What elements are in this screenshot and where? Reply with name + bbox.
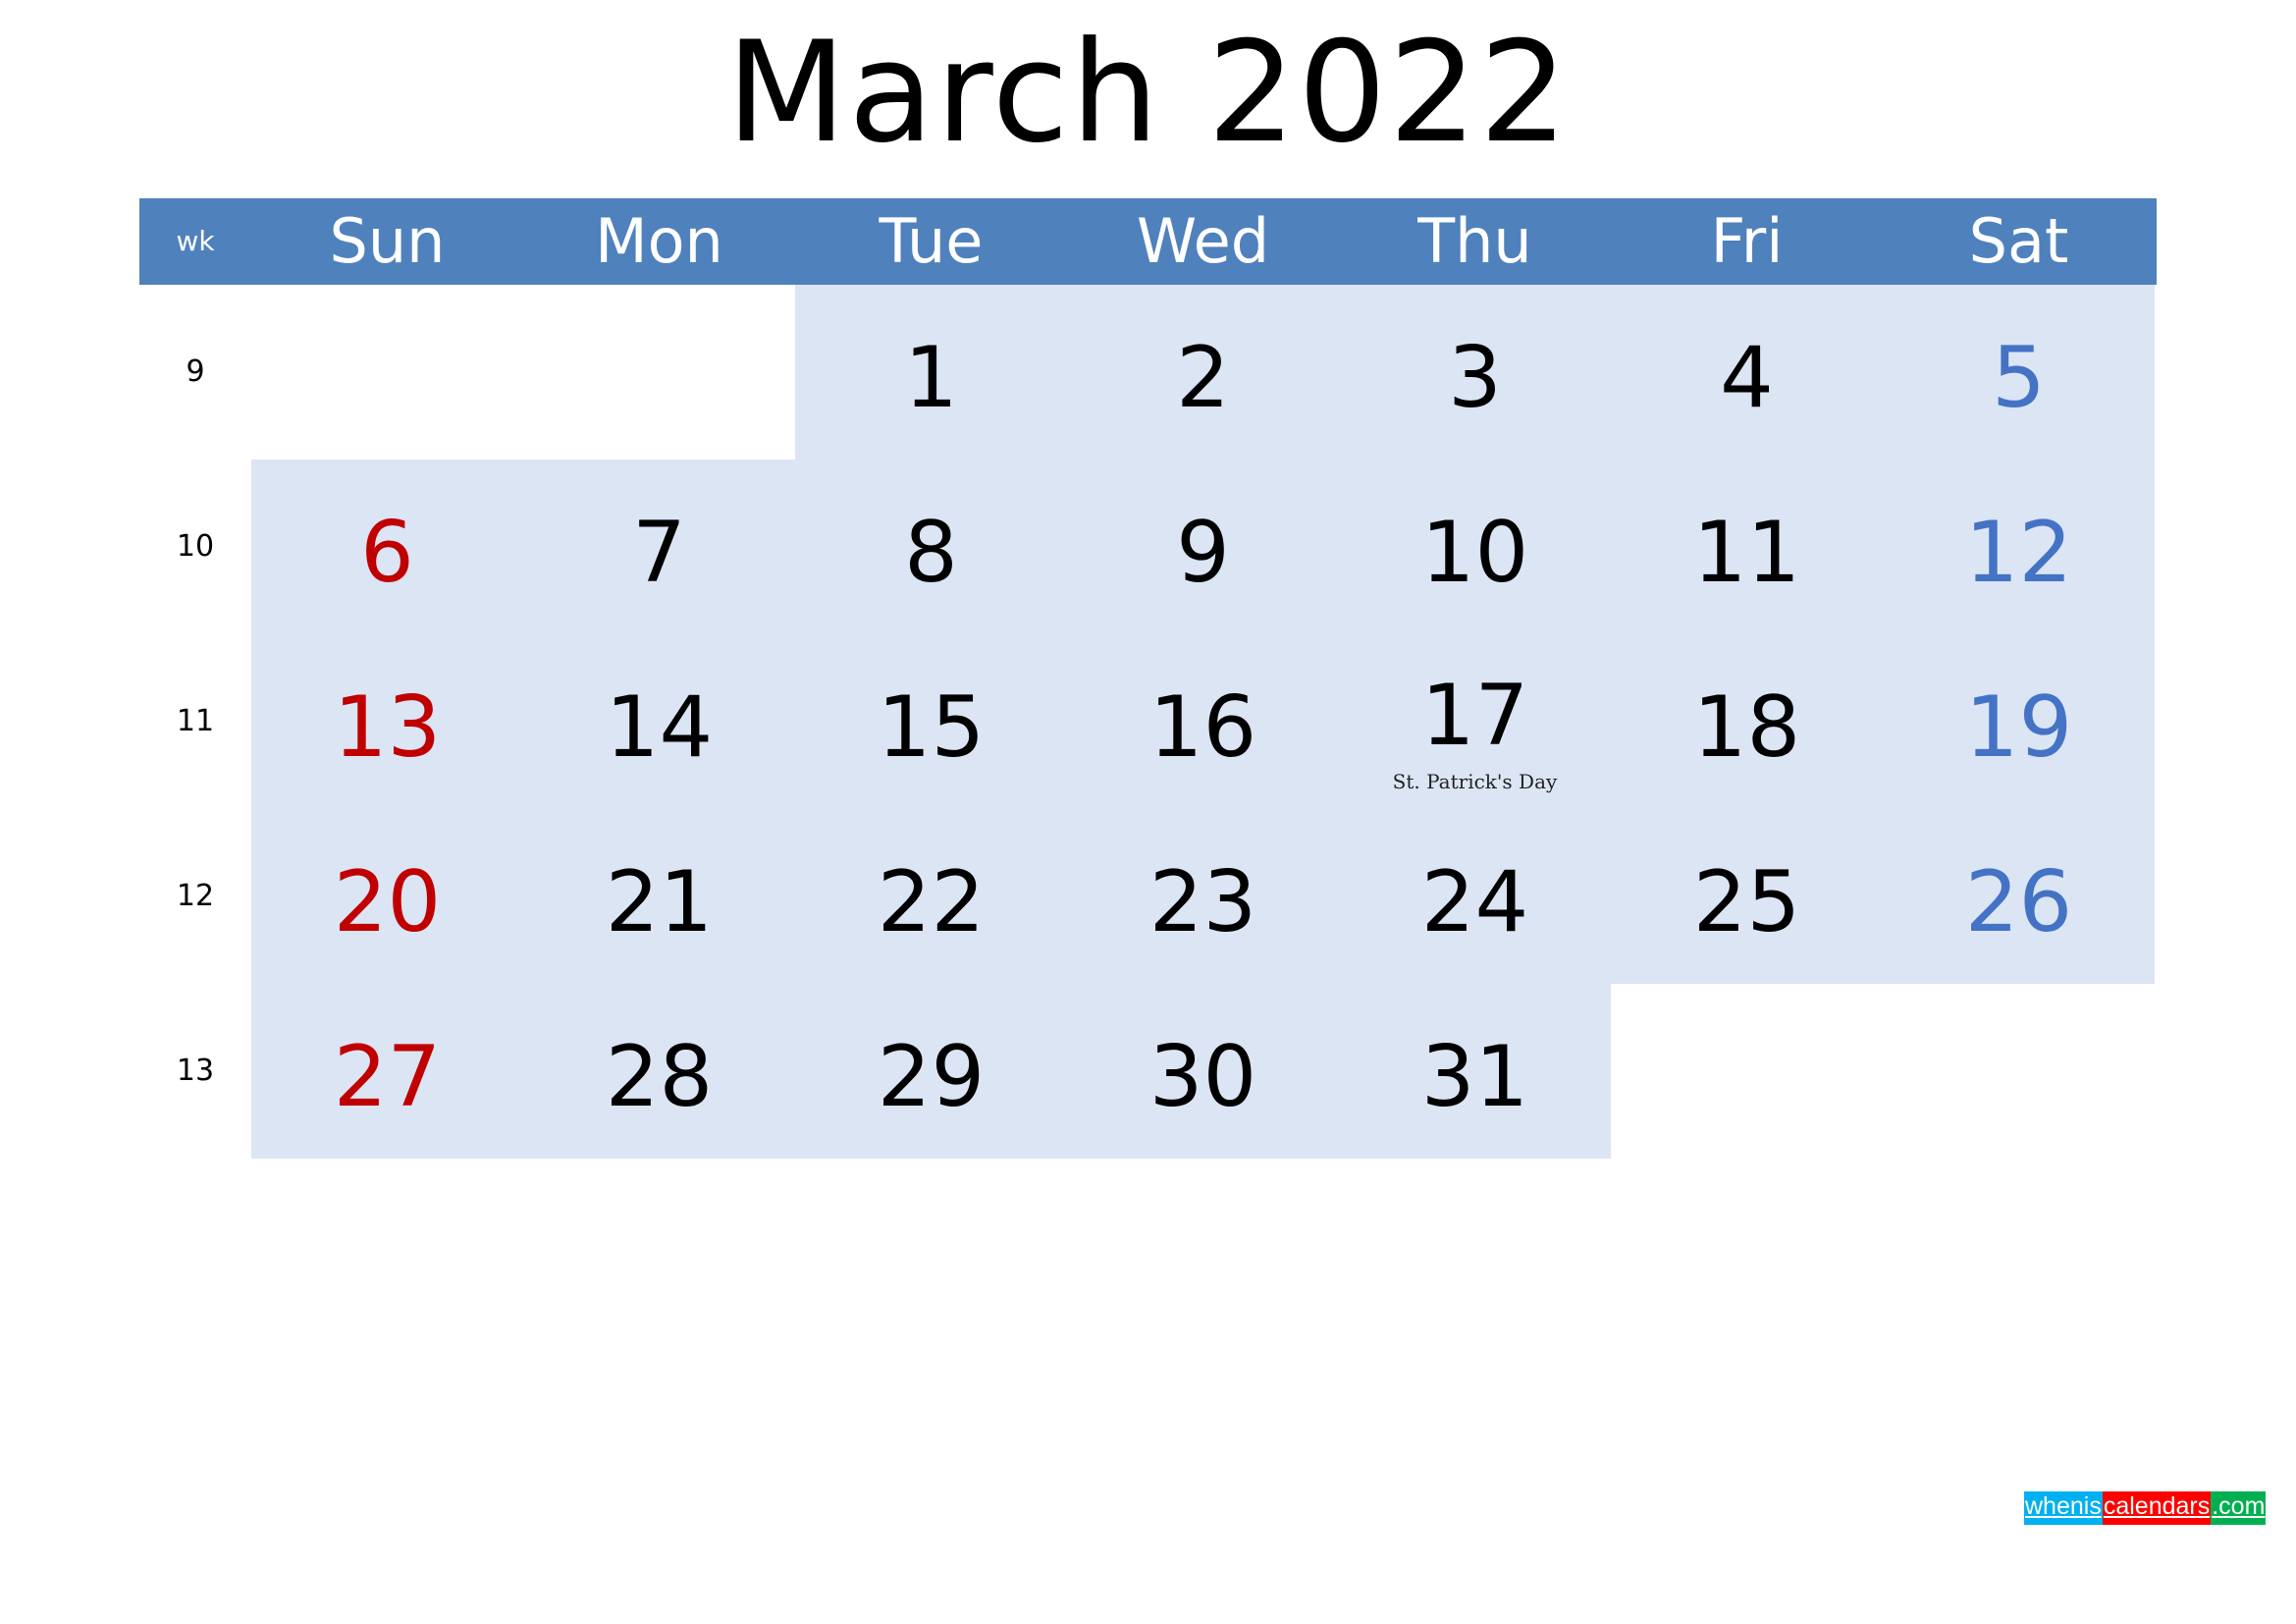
weekday-label-sun: Sun — [329, 205, 446, 277]
week-number: 13 — [176, 1054, 215, 1088]
day-cell[interactable]: 16 — [1067, 634, 1339, 809]
day-cell[interactable]: 30 — [1067, 984, 1339, 1159]
day-number: 3 — [1448, 329, 1502, 427]
day-cell[interactable]: 8 — [795, 460, 1067, 634]
day-number: 1 — [904, 329, 958, 427]
day-number: 27 — [333, 1028, 442, 1126]
weekday-label-thu: Thu — [1417, 205, 1532, 277]
day-cell[interactable]: 31 — [1339, 984, 1611, 1159]
day-cell[interactable]: 13 — [251, 634, 523, 809]
week-number: 12 — [176, 879, 215, 913]
day-cell[interactable]: 28 — [523, 984, 795, 1159]
day-number: 25 — [1692, 853, 1801, 951]
week-number: 11 — [176, 704, 215, 738]
day-number: 22 — [877, 853, 986, 951]
day-number: 4 — [1720, 329, 1774, 427]
day-cell[interactable]: 21 — [523, 809, 795, 984]
day-number: 17 — [1420, 667, 1529, 765]
day-number: 23 — [1148, 853, 1257, 951]
day-cell[interactable]: 19 — [1883, 634, 2155, 809]
logo-part-whenis: whenis — [2024, 1491, 2103, 1525]
day-cell[interactable]: 2 — [1067, 285, 1339, 460]
holiday-label: St. Patrick's Day — [1392, 770, 1558, 793]
day-cell[interactable]: 6 — [251, 460, 523, 634]
day-cell[interactable]: 15 — [795, 634, 1067, 809]
weekday-label-sat: Sat — [1968, 205, 2069, 277]
day-cell[interactable]: 26 — [1883, 809, 2155, 984]
day-cell[interactable]: 5 — [1883, 285, 2155, 460]
day-number: 18 — [1692, 678, 1801, 777]
day-cell[interactable]: 23 — [1067, 809, 1339, 984]
day-number: 10 — [1420, 504, 1529, 602]
day-cell[interactable]: 3 — [1339, 285, 1611, 460]
day-cell[interactable]: 20 — [251, 809, 523, 984]
day-number: 11 — [1692, 504, 1801, 602]
day-number: 14 — [605, 678, 714, 777]
logo-part-com: .com — [2211, 1491, 2267, 1525]
day-number: 26 — [1964, 853, 2073, 951]
calendar-grid: wk Sun Mon Tue Wed Thu Fri Sat 9 1 2 3 4 5 10 6 7 8 9 10 1… — [139, 198, 2157, 1159]
weekday-label-fri: Fri — [1710, 205, 1784, 277]
day-number: 19 — [1964, 678, 2073, 777]
day-number: 7 — [632, 504, 686, 602]
day-number: 20 — [333, 853, 442, 951]
day-number: 15 — [877, 678, 986, 777]
day-cell[interactable]: 18 — [1611, 634, 1883, 809]
logo-part-calendars: calendars — [2102, 1491, 2212, 1525]
day-cell[interactable]: 22 — [795, 809, 1067, 984]
day-cell[interactable]: 1 — [795, 285, 1067, 460]
weekday-label-mon: Mon — [595, 205, 723, 277]
day-cell[interactable]: 25 — [1611, 809, 1883, 984]
day-cell[interactable]: 29 — [795, 984, 1067, 1159]
day-cell[interactable]: 12 — [1883, 460, 2155, 634]
weekday-label-wed: Wed — [1136, 205, 1270, 277]
day-number: 29 — [877, 1028, 986, 1126]
day-number: 13 — [333, 678, 442, 777]
day-number: 24 — [1420, 853, 1529, 951]
week-number: 9 — [186, 354, 205, 389]
site-logo[interactable]: whenis calendars .com — [2024, 1491, 2267, 1529]
day-cell[interactable]: 7 — [523, 460, 795, 634]
day-cell[interactable]: 17 St. Patrick's Day — [1339, 634, 1611, 809]
calendar-title: March 2022 — [725, 12, 1571, 174]
day-number: 9 — [1176, 504, 1230, 602]
day-number: 21 — [605, 853, 714, 951]
day-cell[interactable]: 9 — [1067, 460, 1339, 634]
day-number: 2 — [1176, 329, 1230, 427]
day-cell[interactable]: 4 — [1611, 285, 1883, 460]
day-number: 12 — [1964, 504, 2073, 602]
weekday-header: wk Sun Mon Tue Wed Thu Fri Sat — [139, 198, 2157, 285]
week-column-label: wk — [176, 225, 215, 257]
day-number: 31 — [1420, 1028, 1529, 1126]
day-number: 5 — [1992, 329, 2046, 427]
day-cell[interactable]: 14 — [523, 634, 795, 809]
day-number: 30 — [1148, 1028, 1257, 1126]
day-cell[interactable]: 27 — [251, 984, 523, 1159]
day-number: 6 — [360, 504, 414, 602]
day-number: 28 — [605, 1028, 714, 1126]
day-cell[interactable]: 10 — [1339, 460, 1611, 634]
weekday-label-tue: Tue — [879, 205, 984, 277]
day-cell[interactable]: 24 — [1339, 809, 1611, 984]
day-cell[interactable]: 11 — [1611, 460, 1883, 634]
day-number: 16 — [1148, 678, 1257, 777]
day-number: 8 — [904, 504, 958, 602]
week-number: 10 — [176, 529, 215, 564]
